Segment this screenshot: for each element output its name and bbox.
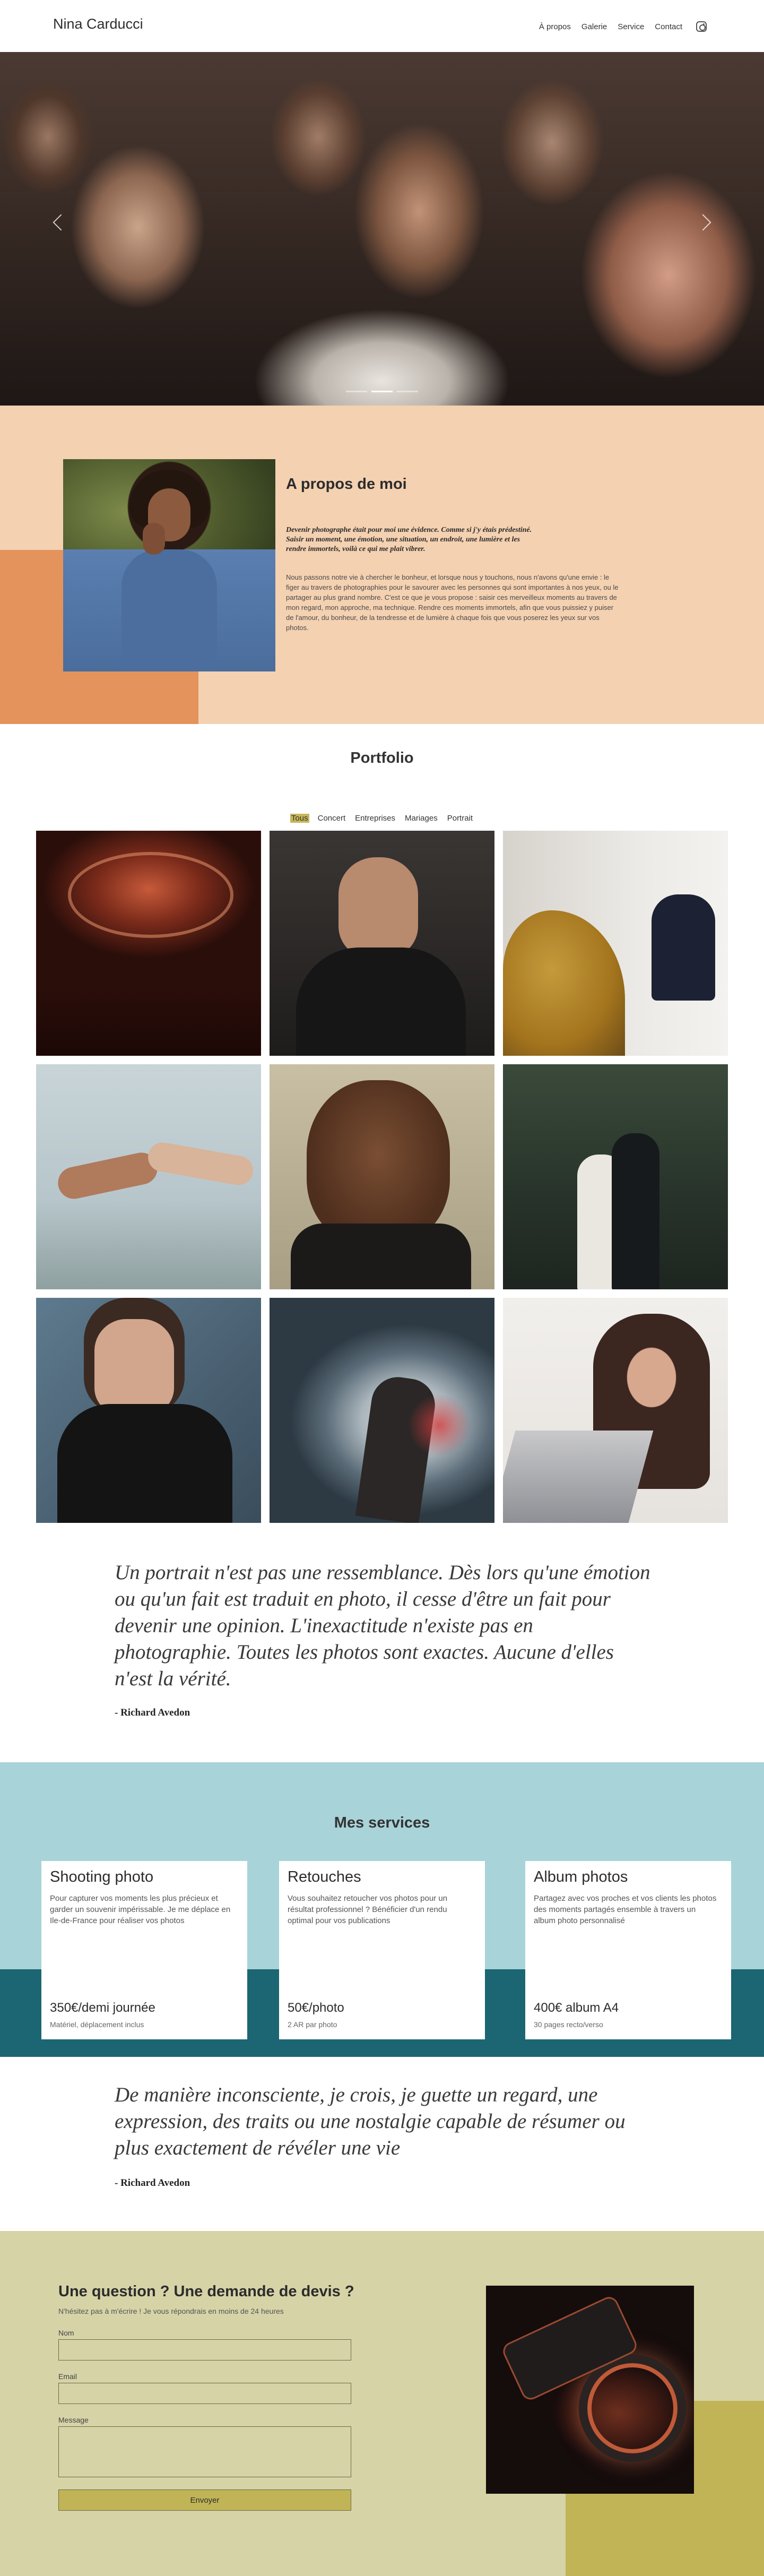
filter-all[interactable]: Tous bbox=[290, 814, 309, 823]
nav-link-contact[interactable]: Contact bbox=[655, 22, 682, 31]
gallery-image-hands[interactable] bbox=[36, 1064, 261, 1289]
nav-link-about[interactable]: À propos bbox=[539, 22, 571, 31]
gallery-image-concert[interactable] bbox=[36, 831, 261, 1056]
send-button[interactable]: Envoyer bbox=[58, 2489, 351, 2511]
service-card-note: 2 AR par photo bbox=[288, 2020, 337, 2029]
service-card-price: 400€ album A4 bbox=[534, 2001, 619, 2015]
filter-portrait[interactable]: Portrait bbox=[446, 814, 474, 823]
service-card-retouches: Retouches Vous souhaitez retoucher vos p… bbox=[279, 1861, 485, 2039]
service-card-title: Album photos bbox=[534, 1868, 628, 1885]
contact-subtitle: N'hésitez pas à m'écrire ! Je vous répon… bbox=[58, 2307, 284, 2315]
quote-text: Un portrait n'est pas une ressemblance. … bbox=[115, 1561, 650, 1690]
service-card-desc: Pour capturer vos moments les plus préci… bbox=[50, 1894, 231, 1925]
message-field[interactable] bbox=[58, 2426, 351, 2477]
email-field[interactable] bbox=[58, 2383, 351, 2404]
service-card-desc: Partagez avec vos proches et vos clients… bbox=[534, 1894, 717, 1925]
message-label: Message bbox=[58, 2416, 89, 2424]
gallery-image-wedding[interactable] bbox=[503, 1064, 728, 1289]
gallery-image-portrait-woman[interactable] bbox=[36, 1298, 261, 1523]
gallery-image-business-woman[interactable] bbox=[503, 1298, 728, 1523]
site-logo[interactable]: Nina Carducci bbox=[53, 16, 143, 32]
instagram-icon[interactable] bbox=[696, 21, 707, 32]
service-card-title: Shooting photo bbox=[50, 1868, 154, 1885]
quote-author: - Richard Avedon bbox=[115, 1707, 190, 1718]
service-card-desc: Vous souhaitez retoucher vos photos pour… bbox=[288, 1894, 448, 1925]
carousel-indicator[interactable] bbox=[346, 391, 367, 392]
hero-carousel bbox=[0, 52, 764, 406]
service-card-note: Matériel, déplacement inclus bbox=[50, 2020, 144, 2029]
carousel-prev-icon[interactable] bbox=[53, 214, 70, 231]
email-label: Email bbox=[58, 2372, 77, 2381]
gallery-image-business-meeting[interactable] bbox=[503, 831, 728, 1056]
service-card-note: 30 pages recto/verso bbox=[534, 2020, 603, 2029]
service-card-price: 50€/photo bbox=[288, 2001, 344, 2015]
services-section: Mes services Shooting photo Pour capture… bbox=[0, 1762, 764, 2057]
gallery-image-portrait-man[interactable] bbox=[270, 1064, 494, 1289]
gallery-image-concert-singer[interactable] bbox=[270, 1298, 494, 1523]
portfolio-title: Portfolio bbox=[350, 749, 414, 766]
quote-author-2: - Richard Avedon bbox=[115, 2177, 190, 2189]
carousel-indicator-active[interactable] bbox=[371, 391, 393, 392]
name-label: Nom bbox=[58, 2329, 74, 2337]
service-card-shooting: Shooting photo Pour capturer vos moments… bbox=[41, 1861, 247, 2039]
about-quote: Devenir photographe était pour moi une é… bbox=[286, 526, 532, 553]
name-field[interactable] bbox=[58, 2339, 351, 2360]
carousel-indicator[interactable] bbox=[397, 391, 418, 392]
main-nav: À propos Galerie Service Contact bbox=[539, 21, 707, 32]
carousel-next-icon[interactable] bbox=[694, 214, 711, 231]
service-card-title: Retouches bbox=[288, 1868, 361, 1885]
gallery-image-business-man[interactable] bbox=[270, 831, 494, 1056]
nav-link-service[interactable]: Service bbox=[618, 22, 644, 31]
about-text: Nous passons notre vie à chercher le bon… bbox=[286, 573, 619, 632]
filter-mariages[interactable]: Mariages bbox=[404, 814, 439, 823]
gallery-grid bbox=[36, 831, 728, 1523]
site-header: Nina Carducci À propos Galerie Service C… bbox=[0, 0, 764, 52]
about-section: A propos de moi Devenir photographe étai… bbox=[0, 406, 764, 724]
quote-text-2: De manière inconsciente, je crois, je gu… bbox=[115, 2083, 626, 2159]
contact-camera-photo bbox=[486, 2286, 694, 2494]
about-portrait-photo bbox=[63, 459, 275, 671]
filter-entreprises[interactable]: Entreprises bbox=[354, 814, 396, 823]
portfolio-filters: Tous Concert Entreprises Mariages Portra… bbox=[0, 814, 764, 823]
contact-title: Une question ? Une demande de devis ? bbox=[58, 2283, 354, 2300]
service-card-price: 350€/demi journée bbox=[50, 2001, 155, 2015]
services-title: Mes services bbox=[334, 1814, 430, 1831]
nav-link-gallery[interactable]: Galerie bbox=[581, 22, 607, 31]
filter-concert[interactable]: Concert bbox=[317, 814, 347, 823]
about-title: A propos de moi bbox=[286, 476, 407, 493]
carousel-indicators bbox=[0, 391, 764, 392]
service-card-album: Album photos Partagez avec vos proches e… bbox=[525, 1861, 731, 2039]
